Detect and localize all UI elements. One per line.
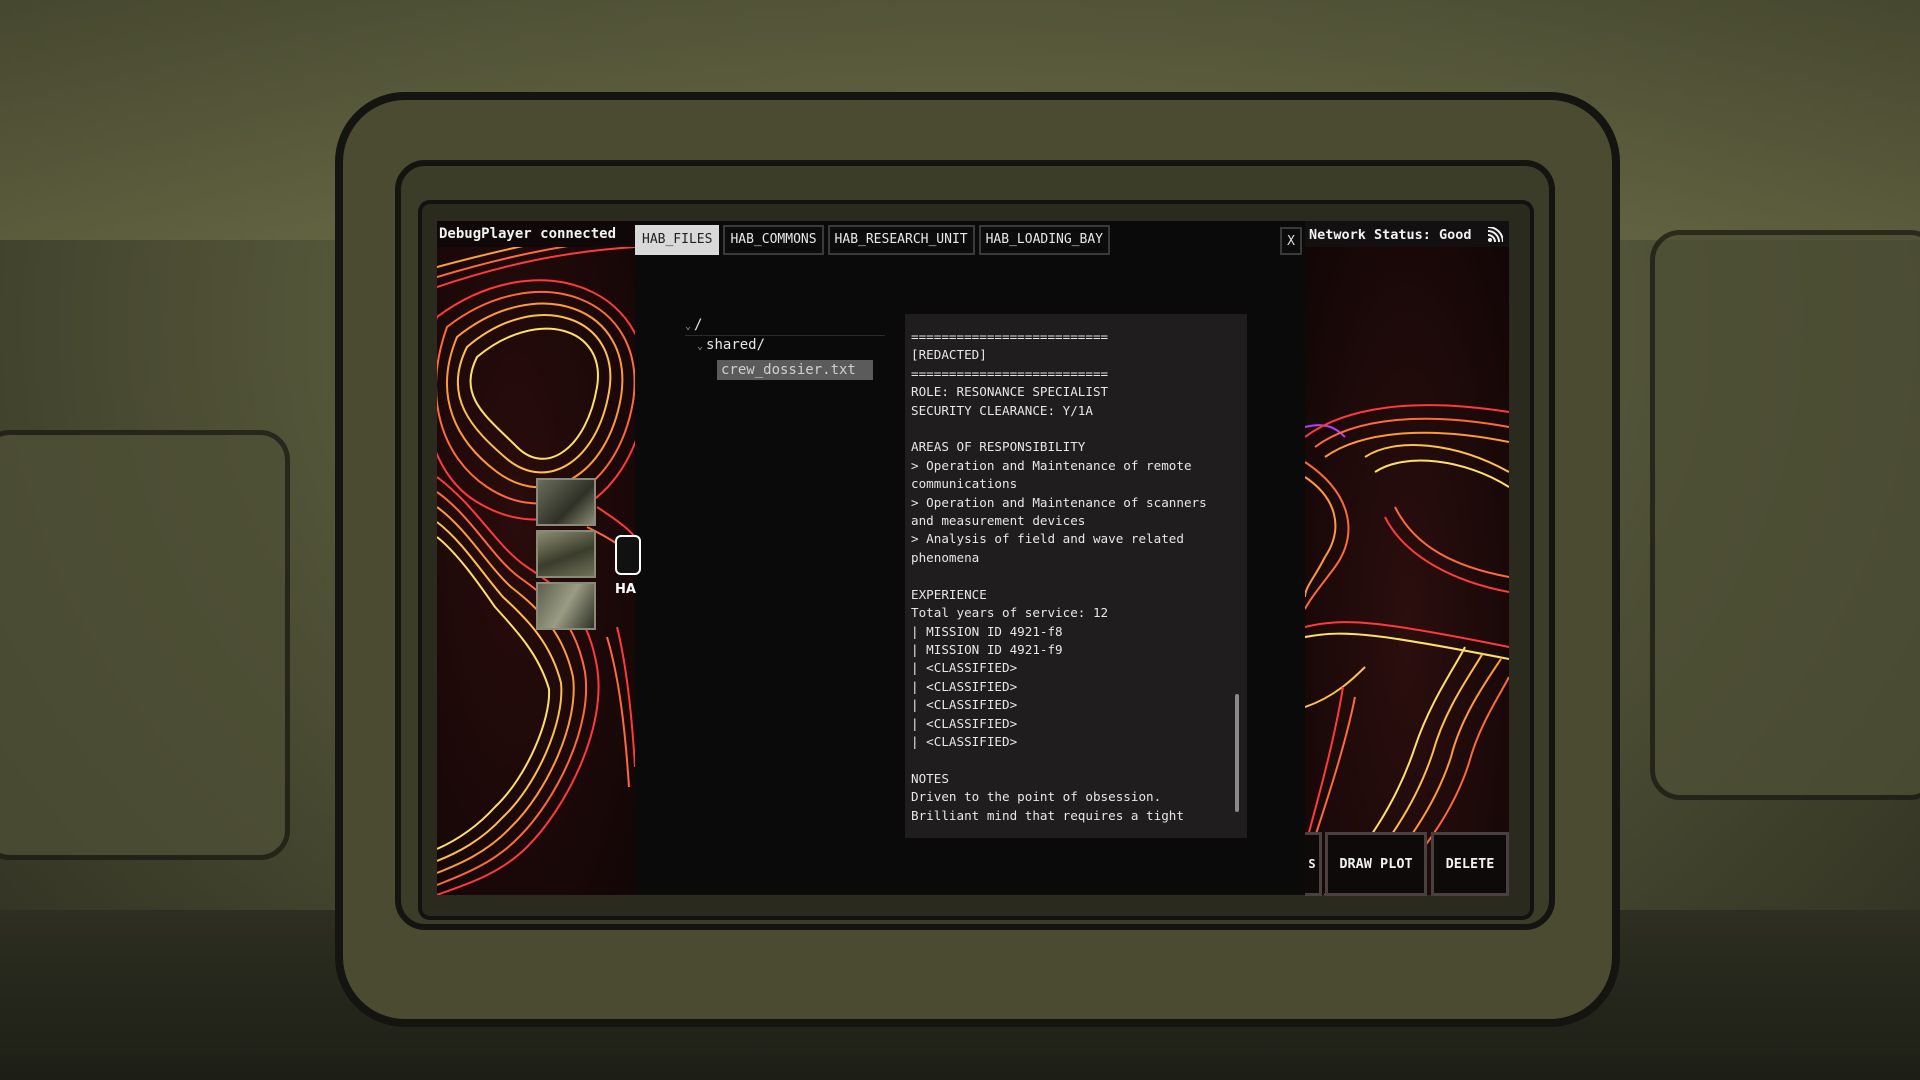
draw-plot-button[interactable]: DRAW PLOT (1325, 832, 1427, 896)
partial-button[interactable]: S (1305, 832, 1322, 896)
background-chair (0, 430, 290, 860)
background-equipment (1650, 230, 1920, 800)
chevron-down-icon: ⌄ (697, 341, 704, 352)
tree-folder-shared[interactable]: ⌄ shared/ (697, 337, 765, 353)
file-tree: ⌄ / ⌄ shared/ crew_dossier.txt (685, 317, 905, 837)
tab-hab-commons[interactable]: HAB_COMMONS (723, 225, 824, 255)
tree-folder-label: shared/ (706, 337, 766, 353)
tree-root[interactable]: ⌄ / (685, 317, 702, 333)
tab-hab-files[interactable]: HAB_FILES (635, 225, 720, 255)
tab-hab-loading-bay[interactable]: HAB_LOADING_BAY (978, 225, 1111, 255)
camera-thumbnail[interactable] (536, 582, 596, 630)
tree-divider (685, 335, 885, 336)
tree-root-label: / (694, 317, 703, 333)
hab-map-label: HA (615, 582, 636, 597)
chevron-down-icon: ⌄ (685, 321, 692, 332)
tree-file-crew-dossier[interactable]: crew_dossier.txt (717, 360, 873, 380)
right-contour-map[interactable] (1305, 247, 1509, 895)
camera-thumbnail[interactable] (536, 530, 596, 578)
tab-bar: HAB_FILES HAB_COMMONS HAB_RESEARCH_UNIT … (635, 225, 1111, 255)
document-viewer[interactable]: ========================== [REDACTED] ==… (905, 314, 1247, 838)
hab-map-pin-icon[interactable] (615, 535, 641, 575)
right-contour-lines (1305, 404, 1509, 895)
network-status: Network Status: Good (1309, 227, 1472, 243)
rss-signal-icon (1487, 227, 1503, 243)
connection-status: DebugPlayer connected (439, 226, 617, 242)
close-button[interactable]: X (1280, 227, 1302, 255)
document-scrollbar[interactable] (1235, 694, 1239, 812)
tab-hab-research-unit[interactable]: HAB_RESEARCH_UNIT (827, 225, 975, 255)
camera-thumbnail[interactable] (536, 478, 596, 526)
document-text: ========================== [REDACTED] ==… (911, 329, 1207, 823)
delete-button[interactable]: DELETE (1431, 832, 1509, 896)
camera-thumbnails (536, 478, 598, 634)
